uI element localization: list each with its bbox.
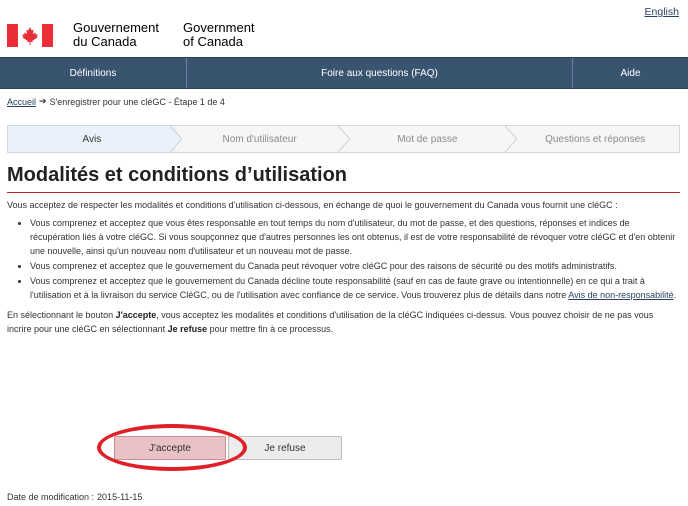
list-item: Vous comprenez et acceptez que le gouver… <box>30 274 677 302</box>
step-label: Avis <box>82 133 102 145</box>
step-chevron-icon <box>169 126 182 152</box>
step-chevron-icon <box>337 126 350 152</box>
breadcrumb-current: S'enregistrer pour une cléGC - Étape 1 d… <box>49 96 225 107</box>
outro-refuse-label: Je refuse <box>167 324 208 334</box>
step-label: Nom d'utilisateur <box>222 133 297 145</box>
outro-text: pour mettre fin à ce processus. <box>207 324 334 334</box>
page-title: Modalités et conditions d’utilisation <box>7 164 680 193</box>
list-item: Vous comprenez et acceptez que le gouver… <box>30 259 677 273</box>
canada-flag-icon <box>7 24 53 47</box>
gov-name-fr: Gouvernement du Canada <box>73 20 159 49</box>
nav-item-definitions[interactable]: Définitions <box>0 58 187 88</box>
outro-paragraph: En sélectionnant le bouton J'accepte, vo… <box>7 308 677 336</box>
refuse-button[interactable]: Je refuse <box>228 436 342 460</box>
terms-content: Vous acceptez de respecter les modalités… <box>7 198 677 340</box>
date-modified-label: Date de modification : <box>7 492 95 502</box>
intro-paragraph: Vous acceptez de respecter les modalités… <box>7 200 618 210</box>
step-password: Mot de passe <box>344 126 518 152</box>
step-questions: Questions et réponses <box>511 126 679 152</box>
disclaimer-link[interactable]: Avis de non-responsabilité <box>568 290 673 300</box>
step-username: Nom d'utilisateur <box>176 126 350 152</box>
date-modified: Date de modification : 2015-11-15 <box>7 492 142 502</box>
step-notice: Avis <box>8 126 182 152</box>
breadcrumb-arrow-icon: ➔ <box>39 96 47 106</box>
list-item: Vous comprenez et acceptez que vous êtes… <box>30 216 677 258</box>
step-label: Mot de passe <box>397 133 458 145</box>
breadcrumb: Accueil ➔ S'enregistrer pour une cléGC -… <box>7 96 225 107</box>
terms-list: Vous comprenez et acceptez que vous êtes… <box>7 216 677 302</box>
bullet-text: Vous comprenez et acceptez que le gouver… <box>30 276 645 300</box>
step-chevron-icon <box>505 126 518 152</box>
outro-accept-label: J'accepte <box>115 310 157 320</box>
bullet-end: . <box>673 290 677 300</box>
nav-item-help[interactable]: Aide <box>573 58 688 88</box>
accept-button[interactable]: J'accepte <box>114 436 226 460</box>
main-nav: Définitions Foire aux questions (FAQ) Ai… <box>0 57 688 89</box>
nav-item-faq[interactable]: Foire aux questions (FAQ) <box>187 58 573 88</box>
progress-steps: Avis Nom d'utilisateur Mot de passe Ques… <box>7 125 680 153</box>
outro-text: En sélectionnant le bouton <box>7 310 116 320</box>
date-modified-value: 2015-11-15 <box>97 492 143 502</box>
breadcrumb-home-link[interactable]: Accueil <box>7 97 36 107</box>
step-label: Questions et réponses <box>545 133 646 145</box>
language-toggle-link[interactable]: English <box>645 6 679 18</box>
gov-name-en: Government of Canada <box>183 20 255 49</box>
